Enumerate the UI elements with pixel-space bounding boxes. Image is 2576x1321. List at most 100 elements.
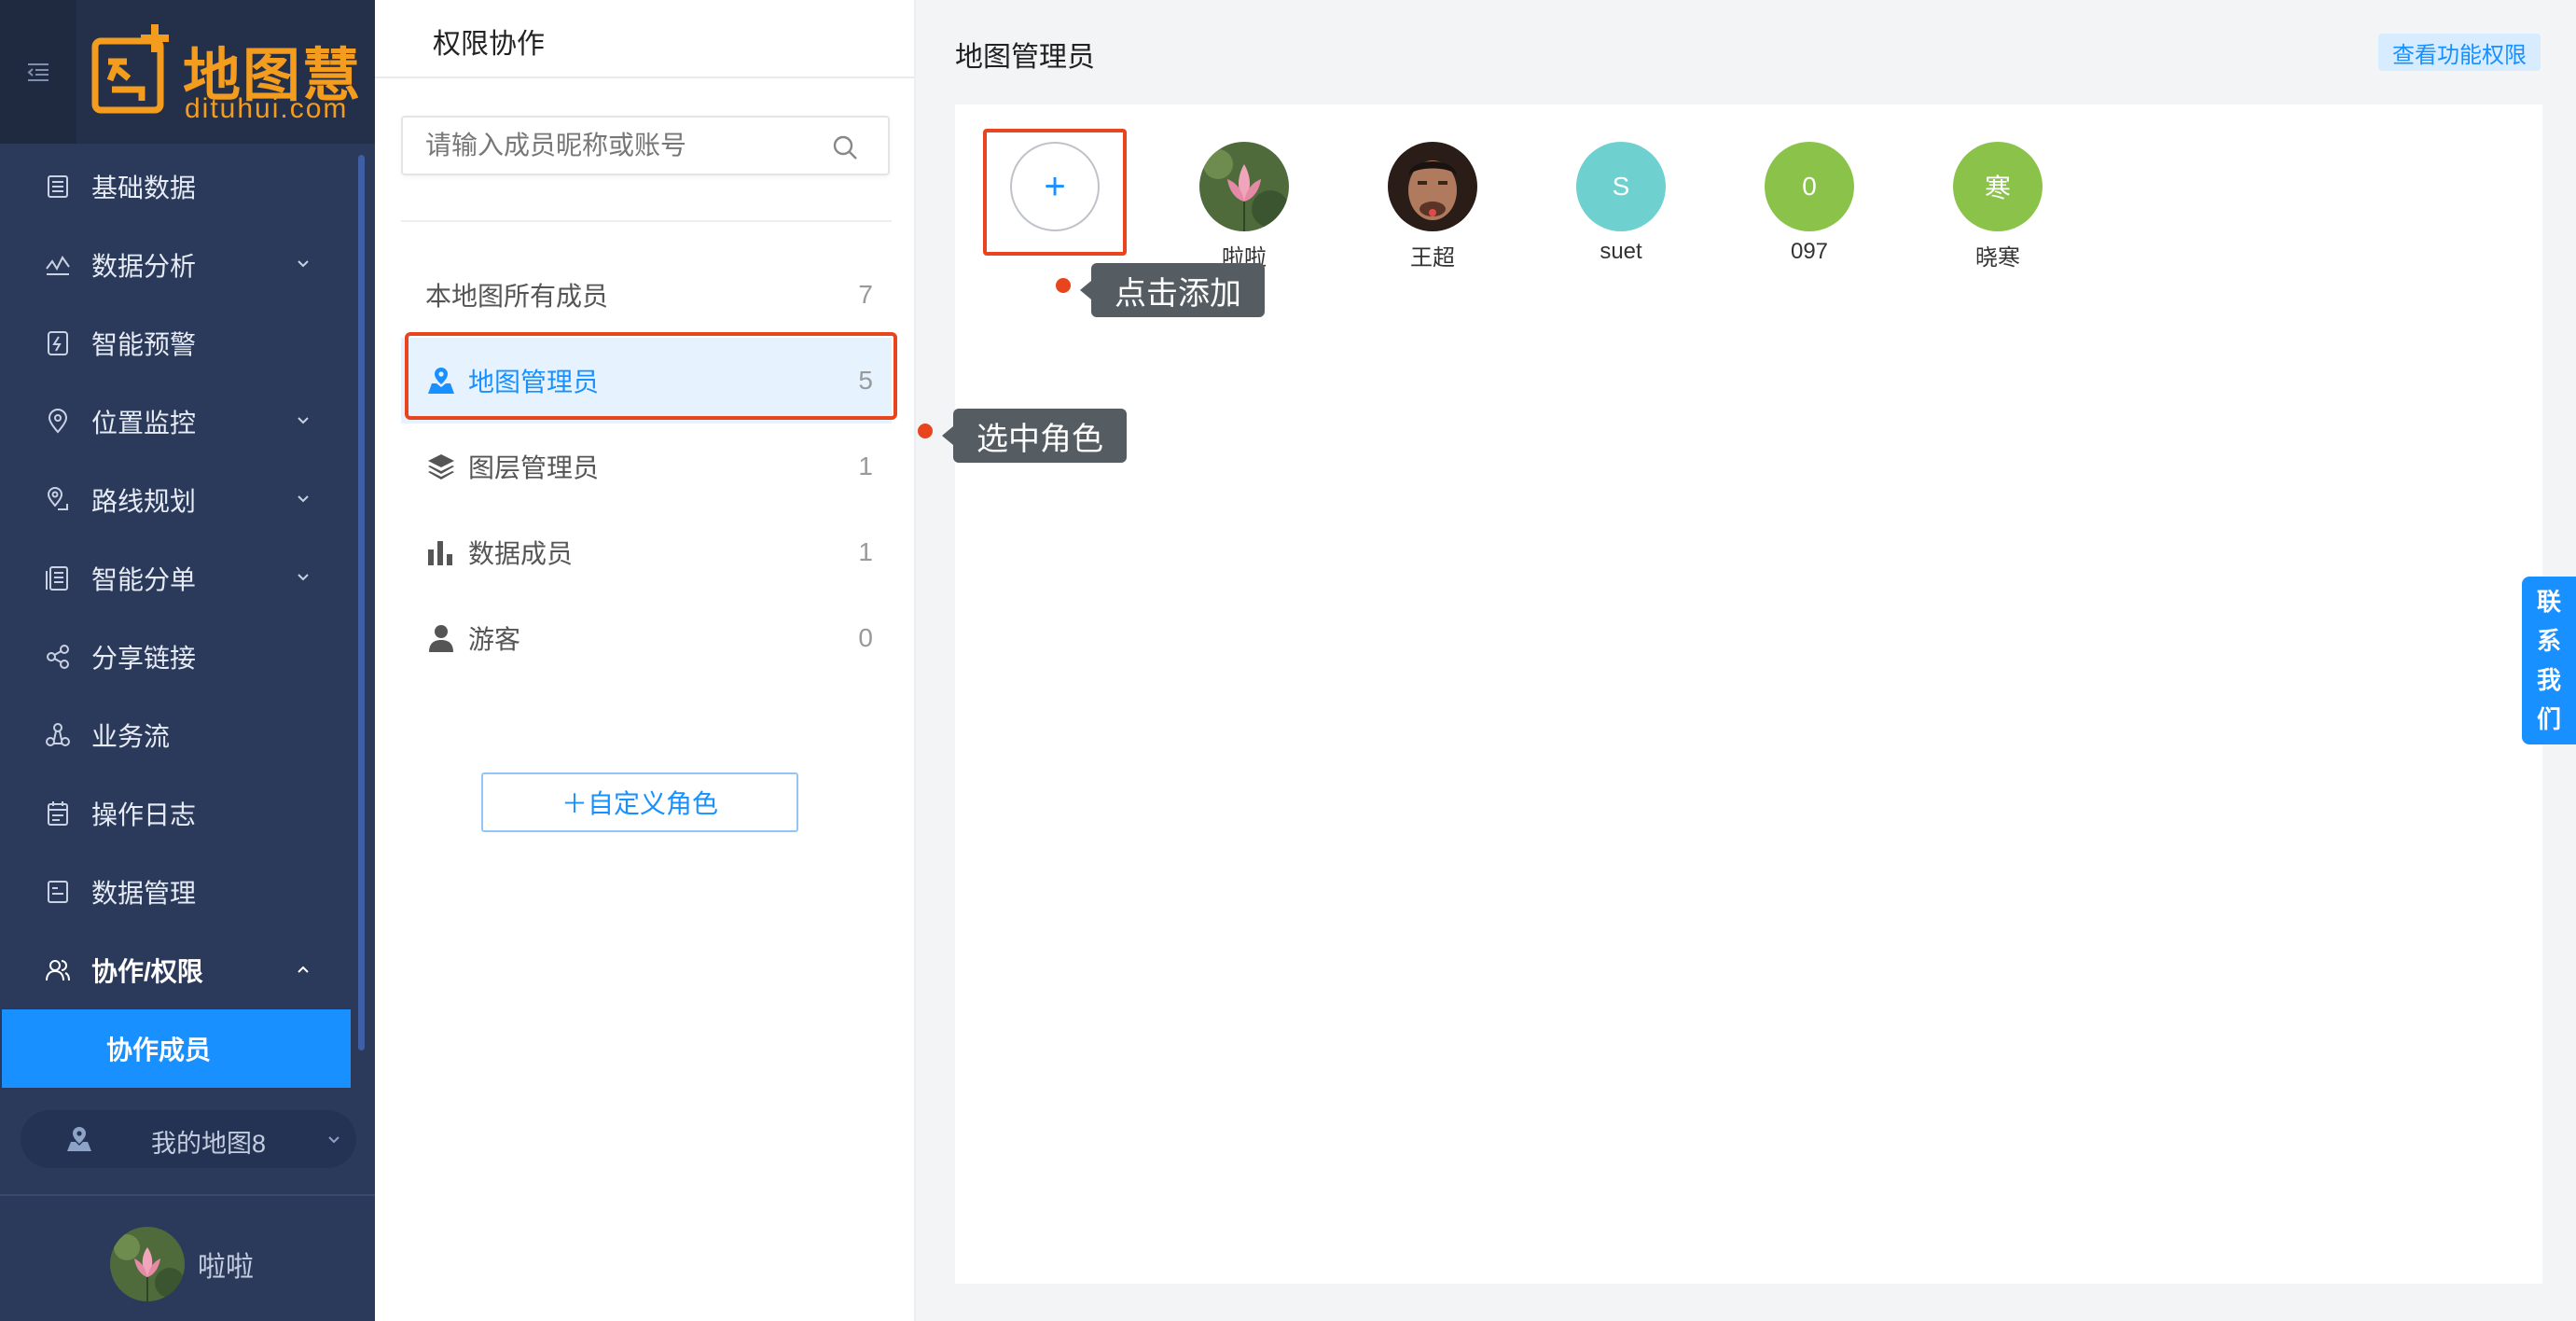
role-count: 1: [858, 537, 873, 566]
annotation-dot: [1056, 278, 1071, 293]
order-icon: [43, 563, 73, 593]
sidebar-item-smart-alert[interactable]: 智能预警: [0, 304, 354, 382]
route-icon: [43, 485, 73, 515]
sidebar-scrollbar[interactable]: [358, 155, 365, 1050]
role-tip-callout: 选中角色: [942, 409, 1127, 463]
workflow-icon: [43, 720, 73, 750]
search-divider: [401, 220, 892, 222]
brand-logo[interactable]: 地图慧 dituhui.com: [90, 24, 369, 124]
sidebar-divider: [0, 1194, 375, 1196]
brand-domain: dituhui.com: [185, 93, 349, 124]
role-panel: 权限协作 本地图所有成员 7 地图管理员 5 图层管理员 1 数据成员 1 游客: [375, 0, 916, 1321]
sidebar-item-basic-data[interactable]: 基础数据: [0, 147, 354, 226]
sidebar-subitem-members[interactable]: 协作成员: [2, 1009, 351, 1088]
member-item[interactable]: 0 097: [1753, 142, 1865, 265]
log-icon: [43, 799, 73, 828]
map-selector[interactable]: 我的地图8: [21, 1110, 356, 1168]
users-icon: [43, 955, 73, 985]
role-item-map-admin[interactable]: 地图管理员 5: [401, 338, 892, 424]
layers-icon: [425, 451, 457, 482]
member-item[interactable]: 寒 晓寒: [1942, 142, 2054, 271]
role-label: 地图管理员: [468, 368, 600, 396]
panel-divider: [375, 76, 914, 78]
map-pin-icon: [67, 1127, 91, 1151]
map-admin-icon: [425, 365, 457, 396]
logo-mark-icon: [91, 24, 169, 114]
menu-fold-icon: [27, 63, 48, 81]
role-count: 0: [858, 623, 873, 652]
role-count: 1: [858, 452, 873, 480]
sidebar-item-data-analysis[interactable]: 数据分析: [0, 226, 354, 304]
page-title: 地图管理员: [955, 42, 1095, 73]
role-count: 5: [858, 366, 873, 395]
role-item-data-member[interactable]: 数据成员 1: [401, 509, 892, 595]
alert-icon: [43, 328, 73, 358]
contact-char: 联: [2536, 588, 2561, 616]
location-icon: [43, 407, 73, 437]
member-item[interactable]: 啦啦: [1188, 142, 1300, 271]
member-avatar: [1199, 142, 1289, 231]
role-label: 数据成员: [468, 539, 574, 568]
user-name: 啦啦: [198, 1252, 254, 1283]
view-permissions-button[interactable]: 查看功能权限: [2378, 34, 2541, 71]
sidebar-item-label: 路线规划: [91, 487, 197, 516]
contact-us-button[interactable]: 联 系 我 们: [2522, 577, 2576, 744]
sidebar-item-label: 数据管理: [91, 879, 197, 908]
role-item-layer-admin[interactable]: 图层管理员 1: [401, 424, 892, 509]
lotus-avatar-icon: [110, 1227, 185, 1301]
contact-char: 我: [2536, 666, 2561, 694]
add-member-button[interactable]: +: [1010, 142, 1100, 231]
user-avatar: [110, 1227, 185, 1301]
annotation-dot: [918, 424, 933, 438]
sidebar-item-data-management[interactable]: 数据管理: [0, 853, 354, 931]
lotus-avatar-icon: [1199, 142, 1289, 231]
sidebar-item-smart-dispatch[interactable]: 智能分单: [0, 539, 354, 618]
contact-char: 系: [2536, 627, 2561, 655]
role-item-guest[interactable]: 游客 0: [401, 595, 892, 681]
chevron-up-icon: [298, 966, 309, 973]
database-icon: [43, 172, 73, 202]
sidebar-item-label: 智能预警: [91, 330, 197, 359]
member-name: 王超: [1410, 245, 1455, 271]
sidebar-item-location-monitor[interactable]: 位置监控: [0, 382, 354, 461]
chevron-down-icon: [298, 495, 309, 503]
sidebar-item-label: 分享链接: [91, 644, 197, 673]
member-item[interactable]: S suet: [1565, 142, 1677, 265]
search-input[interactable]: [425, 131, 826, 160]
search-icon[interactable]: [830, 132, 860, 162]
photo-avatar-icon: [1388, 142, 1477, 231]
data-manage-icon: [43, 877, 73, 907]
panel-title: 权限协作: [433, 29, 545, 60]
member-avatar: S: [1576, 142, 1666, 231]
sidebar-item-route-planning[interactable]: 路线规划: [0, 461, 354, 539]
user-profile[interactable]: 啦啦: [110, 1224, 254, 1304]
member-avatar: 寒: [1953, 142, 2043, 231]
sidebar: 地图慧 dituhui.com 基础数据 数据分析 智能预警 位置监控 路线规划: [0, 0, 375, 1321]
role-count: 7: [858, 280, 873, 309]
member-avatar: 0: [1765, 142, 1854, 231]
sidebar-item-share-link[interactable]: 分享链接: [0, 618, 354, 696]
sidebar-header: 地图慧 dituhui.com: [0, 0, 375, 144]
analysis-icon: [43, 250, 73, 280]
role-item-all-members[interactable]: 本地图所有成员 7: [401, 252, 892, 338]
sidebar-item-collaboration[interactable]: 协作/权限: [0, 931, 354, 1009]
member-avatar: [1388, 142, 1477, 231]
sidebar-item-label: 基础数据: [91, 174, 197, 202]
role-label: 图层管理员: [468, 453, 600, 482]
add-custom-role-button[interactable]: ＋自定义角色: [481, 772, 798, 832]
person-icon: [425, 622, 457, 654]
contact-char: 们: [2536, 705, 2561, 733]
role-list: 本地图所有成员 7 地图管理员 5 图层管理员 1 数据成员 1 游客 0: [401, 252, 892, 681]
chevron-down-icon: [328, 1136, 339, 1144]
sidebar-item-label: 协作/权限: [91, 957, 203, 986]
member-name: suet: [1600, 239, 1642, 264]
collapse-menu-button[interactable]: [0, 0, 76, 144]
sidebar-item-operation-log[interactable]: 操作日志: [0, 774, 354, 853]
sidebar-item-workflow[interactable]: 业务流: [0, 696, 354, 774]
bar-chart-icon: [425, 536, 457, 568]
sidebar-nav: 基础数据 数据分析 智能预警 位置监控 路线规划 智能分单 分享链接 业务流 操…: [0, 147, 354, 1088]
chevron-down-icon: [298, 417, 309, 424]
add-tip-callout: 点击添加: [1080, 263, 1265, 317]
sidebar-item-label: 操作日志: [91, 800, 197, 829]
member-item[interactable]: 王超: [1377, 142, 1489, 271]
